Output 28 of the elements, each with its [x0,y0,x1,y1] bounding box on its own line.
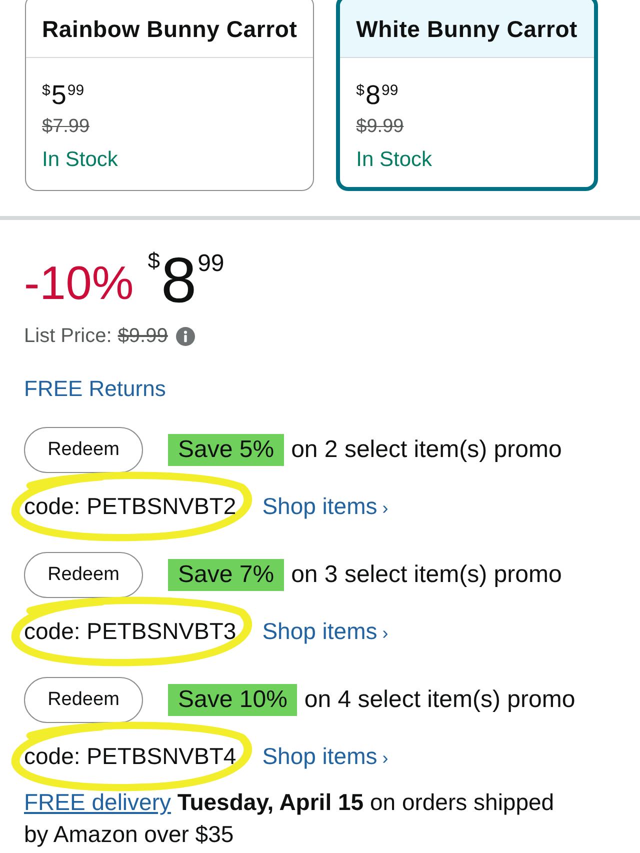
save-badge: Save 10% [168,684,298,716]
redeem-button[interactable]: Redeem [24,427,143,473]
save-badge: Save 5% [168,434,284,466]
promo-text: on 4 select item(s) promo [304,686,576,714]
shop-items-link[interactable]: Shop items › [262,492,388,520]
card-list-price: $7.99 [42,115,90,139]
free-delivery-link[interactable]: FREE delivery [24,789,171,815]
redeem-button[interactable]: Redeem [24,677,143,723]
promo-code: code: PETBSNVBT3 [24,618,236,644]
redeem-button[interactable]: Redeem [24,552,143,598]
shop-items-link[interactable]: Shop items › [262,742,388,770]
list-price-label: List Price: [24,324,112,348]
discount-percent: -10% [24,255,134,311]
card-list-price: $9.99 [356,115,404,139]
card-title: White Bunny Carrot [356,15,578,43]
promo-text: on 3 select item(s) promo [291,561,562,589]
promo-text: on 2 select item(s) promo [291,436,562,464]
info-icon[interactable] [176,326,195,346]
list-price: $9.99 [118,324,168,348]
delivery-text: FREE delivery Tuesday, April 15 on orders shipped by Amazon over $35 [23,788,556,849]
card-title: Rainbow Bunny Carrot [42,15,298,43]
shop-items-link[interactable]: Shop items › [262,618,388,644]
promo-code: code: PETBSNVBT2 [24,492,236,520]
free-returns-link[interactable]: FREE Returns [24,374,166,404]
promo-code: code: PETBSNVBT4 [24,742,236,770]
stock-status: In Stock [42,147,118,173]
save-badge: Save 7% [168,559,284,591]
stock-status: In Stock [356,147,432,173]
